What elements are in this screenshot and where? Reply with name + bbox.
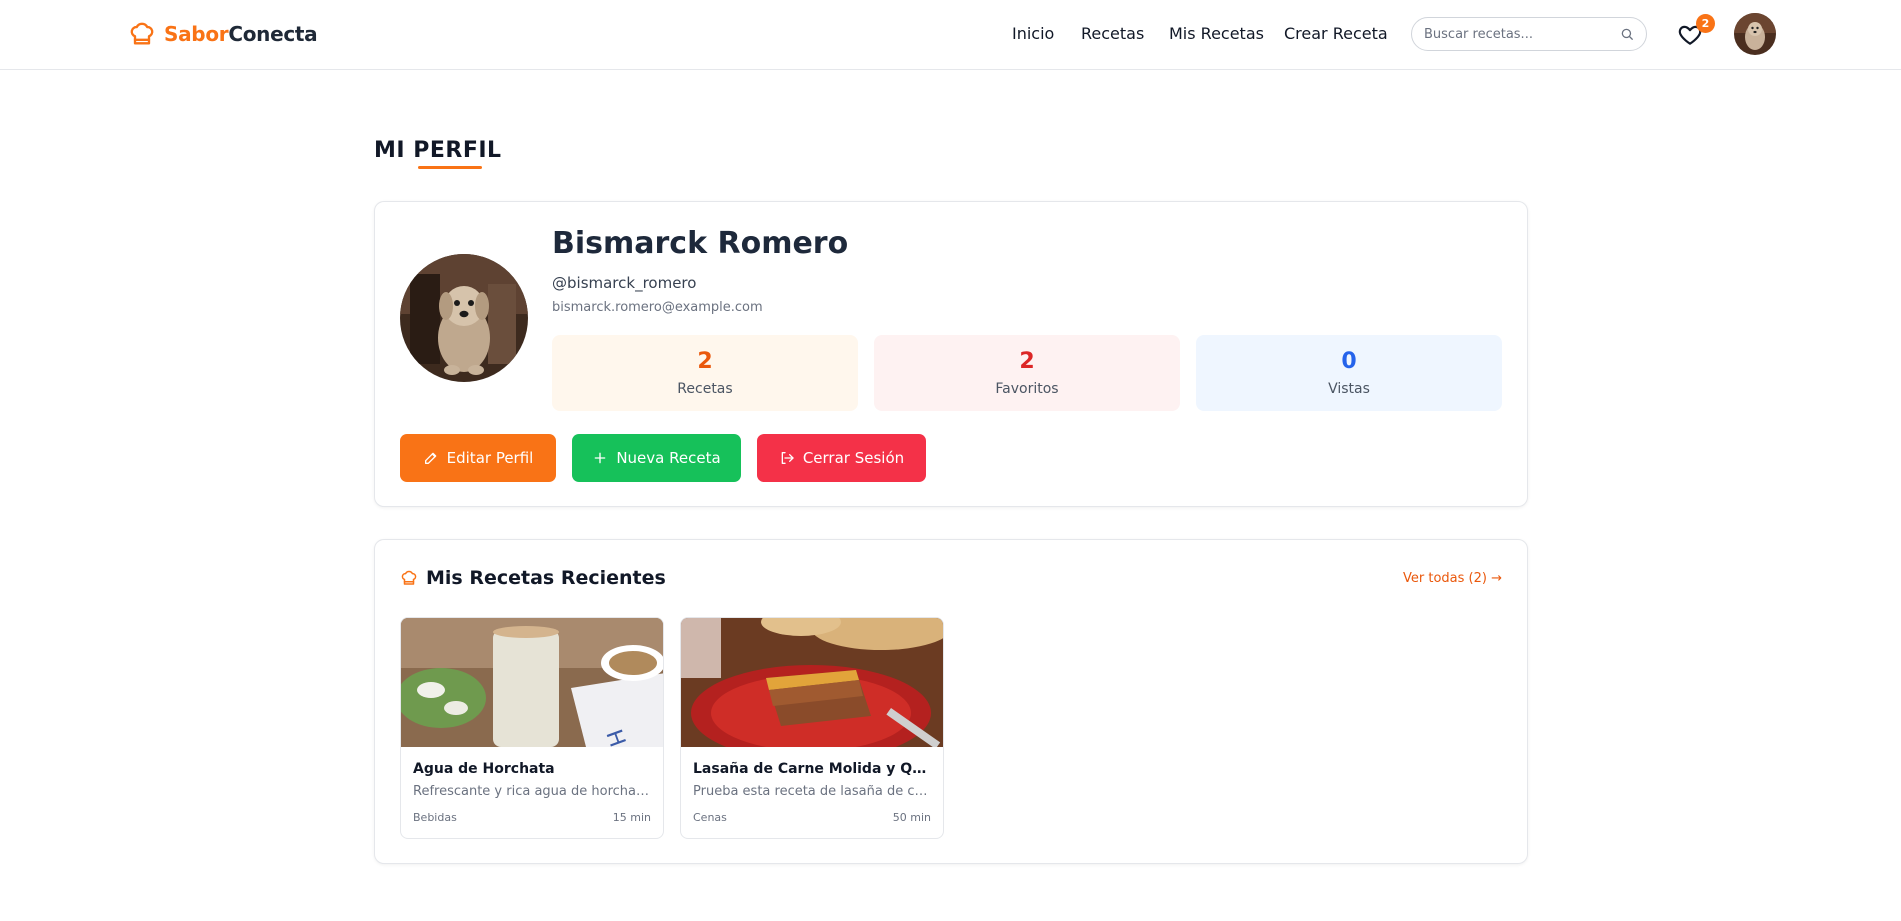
brand-name-part2: Conecta: [228, 22, 318, 46]
logout-icon: [781, 452, 794, 464]
recipe-card[interactable]: Lasaña de Carne Molida y Queso Prueba es…: [680, 617, 944, 839]
pencil-icon: [424, 452, 436, 464]
stat-recetas: 2 Recetas: [552, 335, 858, 411]
stat-recetas-label: Recetas: [677, 381, 733, 397]
brand-name-part1: Sabor: [164, 22, 229, 46]
search-input[interactable]: [1424, 26, 1614, 42]
search-icon[interactable]: [1620, 27, 1634, 41]
chef-hat-icon: [130, 22, 154, 45]
top-navbar: SaborConecta Inicio Recetas Mis Recetas …: [0, 0, 1901, 70]
favorites-count-badge: 2: [1696, 14, 1715, 33]
plus-icon: [594, 452, 606, 464]
recipe-image: [681, 618, 943, 747]
stat-vistas: 0 Vistas: [1196, 335, 1502, 411]
nav-recetas[interactable]: Recetas: [1081, 24, 1144, 43]
new-recipe-label: Nueva Receta: [616, 449, 721, 467]
nav-inicio[interactable]: Inicio: [1012, 24, 1054, 43]
recent-recipes-title: Mis Recetas Recientes: [426, 567, 666, 589]
recent-recipes-card: Mis Recetas Recientes Ver todas (2) → HA…: [374, 539, 1528, 864]
recipe-category: Bebidas: [413, 811, 457, 824]
search-box: [1411, 17, 1647, 51]
recipe-title: Agua de Horchata: [413, 761, 555, 777]
stat-vistas-value: 0: [1341, 349, 1357, 374]
stat-favoritos-value: 2: [1019, 349, 1035, 374]
nav-mis-recetas[interactable]: Mis Recetas: [1169, 24, 1264, 43]
user-avatar[interactable]: [1734, 13, 1776, 55]
profile-name: Bismarck Romero: [552, 226, 849, 261]
chef-hat-icon: [401, 570, 417, 585]
see-all-link[interactable]: Ver todas (2) →: [1403, 571, 1502, 586]
profile-photo: [400, 254, 528, 382]
recipe-description: Refrescante y rica agua de horchata case…: [413, 784, 653, 799]
profile-username: @bismarck_romero: [552, 274, 697, 292]
stat-vistas-label: Vistas: [1328, 381, 1370, 397]
recipe-title: Lasaña de Carne Molida y Queso: [693, 761, 933, 777]
logout-button[interactable]: Cerrar Sesión: [757, 434, 926, 482]
recipe-category: Cenas: [693, 811, 727, 824]
edit-profile-button[interactable]: Editar Perfil: [400, 434, 556, 482]
profile-avatar: [400, 254, 528, 382]
nav-crear-receta[interactable]: Crear Receta: [1284, 24, 1388, 43]
page-title: MI PERFIL: [374, 138, 502, 163]
stat-favoritos-label: Favoritos: [995, 381, 1059, 397]
profile-email: bismarck.romero@example.com: [552, 300, 763, 315]
new-recipe-button[interactable]: Nueva Receta: [572, 434, 741, 482]
brand-logo[interactable]: SaborConecta: [128, 20, 318, 48]
recipe-time: 15 min: [612, 811, 651, 824]
recent-recipes-header: Mis Recetas Recientes: [400, 567, 666, 589]
recipe-image: HA: [401, 618, 663, 747]
edit-profile-label: Editar Perfil: [446, 449, 534, 467]
stat-favoritos: 2 Favoritos: [874, 335, 1180, 411]
recipe-card[interactable]: HA Agua de Horchata Refrescante y rica a…: [400, 617, 664, 839]
stat-recetas-value: 2: [697, 349, 713, 374]
logout-label: Cerrar Sesión: [802, 449, 905, 467]
recipe-time: 50 min: [892, 811, 931, 824]
recipe-description: Prueba esta receta de lasaña de carne mo…: [693, 784, 933, 799]
title-underline: [418, 166, 482, 169]
profile-card: Bismarck Romero @bismarck_romero bismarc…: [374, 201, 1528, 507]
user-avatar-image: [1734, 13, 1776, 55]
